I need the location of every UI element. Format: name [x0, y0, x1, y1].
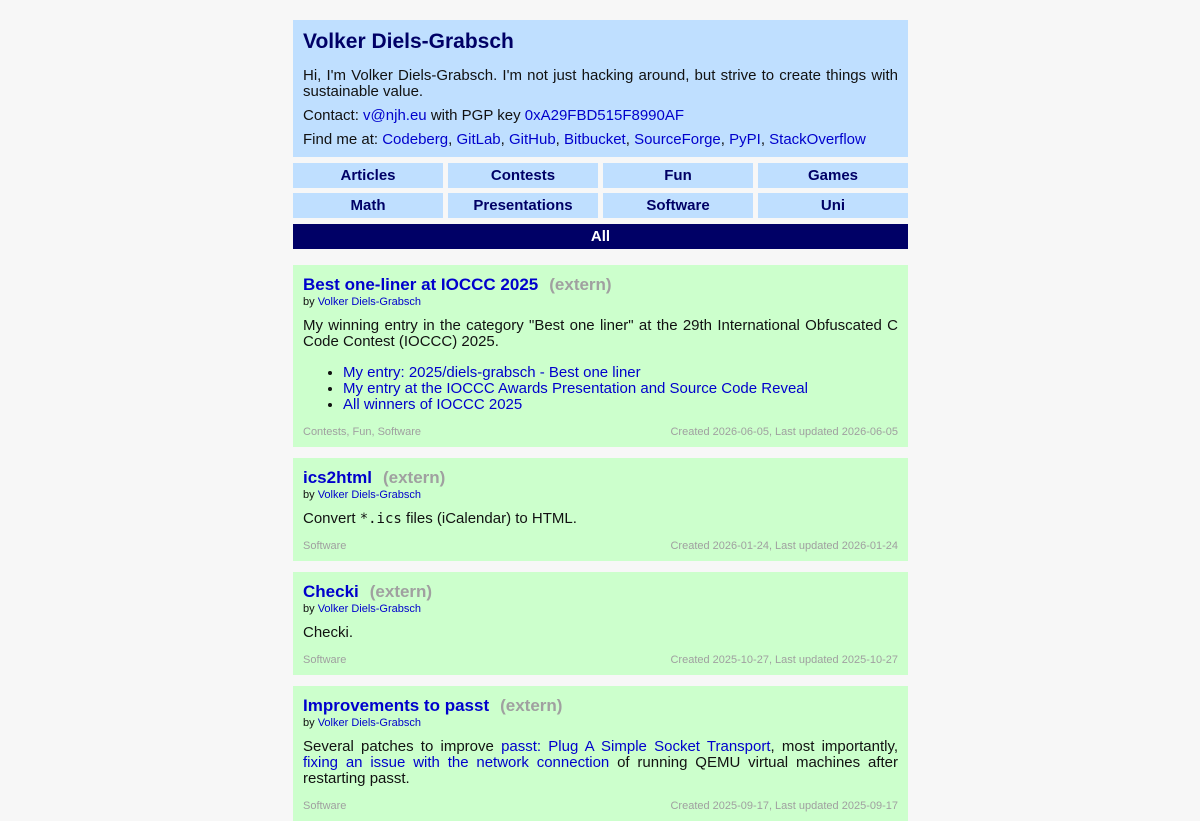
extern-tag: (extern) [500, 696, 563, 715]
desc-text: Convert [303, 510, 356, 527]
article-links: My entry: 2025/diels-grabsch - Best one … [303, 365, 898, 413]
pgp-label: with PGP key [430, 107, 521, 124]
email-link[interactable]: v@njh.eu [363, 107, 427, 124]
nav-math[interactable]: Math [293, 193, 443, 218]
profile-link-sourceforge[interactable]: SourceForge [634, 131, 721, 148]
passt-link[interactable]: passt: Plug A Simple Socket Transport [501, 738, 770, 755]
byline: by Volker Diels-Grabsch [303, 488, 898, 502]
article-heading: Checki (extern) [303, 582, 898, 602]
presentation-link[interactable]: My entry at the IOCCC Awards Presentatio… [343, 380, 808, 397]
list-item: My entry: 2025/diels-grabsch - Best one … [343, 365, 898, 381]
article-description: Several patches to improve passt: Plug A… [303, 739, 898, 787]
find-me-label: Find me at: [303, 131, 379, 148]
category-nav: Articles Contests Fun Games Math Present… [293, 163, 908, 218]
page-title: Volker Diels-Grabsch [303, 30, 514, 53]
nav-all-active[interactable]: All [293, 224, 908, 249]
extern-tag: (extern) [382, 468, 446, 487]
list-item: My entry at the IOCCC Awards Presentatio… [343, 381, 898, 397]
author-link[interactable]: Volker Diels-Grabsch [318, 296, 421, 308]
nav-presentations[interactable]: Presentations [448, 193, 598, 218]
article-heading: Best one-liner at IOCCC 2025 (extern) [303, 275, 898, 295]
profile-link-bitbucket[interactable]: Bitbucket [564, 131, 626, 148]
author-link[interactable]: Volker Diels-Grabsch [318, 717, 421, 729]
article-meta: Software Created 2025-10-27, Last update… [303, 653, 898, 667]
article-meta: Software Created 2025-09-17, Last update… [303, 799, 898, 813]
article-title-link[interactable]: ics2html [303, 468, 372, 487]
site-header: Volker Diels-Grabsch Hi, I'm Volker Diel… [293, 20, 908, 157]
profile-link-stackoverflow[interactable]: StackOverflow [769, 131, 866, 148]
byline-prefix: by [303, 717, 315, 729]
article-dates: Created 2025-09-17, Last updated 2025-09… [670, 800, 898, 812]
article-heading: ics2html (extern) [303, 468, 898, 488]
article-title-link[interactable]: Best one-liner at IOCCC 2025 [303, 275, 538, 294]
article-title-link[interactable]: Checki [303, 582, 359, 601]
contact-line: Contact: v@njh.eu with PGP key 0xA29FBD5… [303, 108, 898, 124]
profile-link-codeberg[interactable]: Codeberg [382, 131, 448, 148]
article-tags: Software [303, 800, 347, 812]
article-dates: Created 2025-10-27, Last updated 2025-10… [670, 654, 898, 666]
byline: by Volker Diels-Grabsch [303, 602, 898, 616]
page-container: Volker Diels-Grabsch Hi, I'm Volker Diel… [293, 20, 908, 821]
article-heading: Improvements to passt (extern) [303, 696, 898, 716]
article-description: Convert *.ics files (iCalendar) to HTML. [303, 510, 898, 528]
fix-link[interactable]: fixing an issue with the network connect… [303, 754, 609, 771]
nav-games[interactable]: Games [758, 163, 908, 188]
find-me-line: Find me at: Codeberg, GitLab, GitHub, Bi… [303, 131, 866, 148]
article-tags: Software [303, 540, 347, 552]
article-card: Checki (extern) by Volker Diels-Grabsch C… [293, 572, 908, 675]
byline-prefix: by [303, 489, 315, 501]
article-meta: Software Created 2026-01-24, Last update… [303, 539, 898, 553]
article-description: Checki. [303, 624, 354, 641]
article-card: Best one-liner at IOCCC 2025 (extern) by … [293, 265, 908, 447]
extern-tag: (extern) [549, 275, 612, 294]
nav-articles[interactable]: Articles [293, 163, 443, 188]
byline: by Volker Diels-Grabsch [303, 716, 898, 730]
profile-link-pypi[interactable]: PyPI [729, 131, 761, 148]
profile-link-gitlab[interactable]: GitLab [456, 131, 500, 148]
profile-link-github[interactable]: GitHub [509, 131, 556, 148]
entry-link[interactable]: My entry: 2025/diels-grabsch - Best one … [343, 364, 641, 381]
article-dates: Created 2026-06-05, Last updated 2026-06… [670, 426, 898, 438]
pgp-key-link[interactable]: 0xA29FBD515F8990AF [525, 107, 684, 124]
article-list: Best one-liner at IOCCC 2025 (extern) by … [293, 265, 908, 821]
author-link[interactable]: Volker Diels-Grabsch [318, 489, 421, 501]
file-extension-code: *.ics [359, 511, 402, 527]
extern-tag: (extern) [369, 582, 433, 601]
article-card: ics2html (extern) by Volker Diels-Grabsch… [293, 458, 908, 561]
nav-software[interactable]: Software [603, 193, 753, 218]
desc-text: files (iCalendar) to HTML. [406, 510, 577, 527]
article-dates: Created 2026-01-24, Last updated 2026-01… [670, 540, 898, 552]
article-title-link[interactable]: Improvements to passt [303, 696, 489, 715]
desc-text: Several patches to improve [303, 738, 494, 755]
list-item: All winners of IOCCC 2025 [343, 397, 898, 413]
contact-label: Contact: [303, 107, 359, 124]
article-meta: Contests, Fun, Software Created 2026-06-… [303, 425, 898, 439]
article-card: Improvements to passt (extern) by Volker … [293, 686, 908, 821]
author-link[interactable]: Volker Diels-Grabsch [318, 603, 421, 615]
article-tags: Software [303, 654, 347, 666]
nav-contests[interactable]: Contests [448, 163, 598, 188]
winners-link[interactable]: All winners of IOCCC 2025 [343, 396, 522, 413]
nav-fun[interactable]: Fun [603, 163, 753, 188]
byline-prefix: by [303, 296, 315, 308]
article-description: My winning entry in the category "Best o… [303, 317, 898, 350]
nav-uni[interactable]: Uni [758, 193, 908, 218]
article-tags: Contests, Fun, Software [303, 426, 421, 438]
byline: by Volker Diels-Grabsch [303, 295, 898, 309]
intro-text: Hi, I'm Volker Diels-Grabsch. I'm not ju… [303, 67, 898, 100]
desc-text: , most importantly, [770, 738, 898, 755]
byline-prefix: by [303, 603, 315, 615]
